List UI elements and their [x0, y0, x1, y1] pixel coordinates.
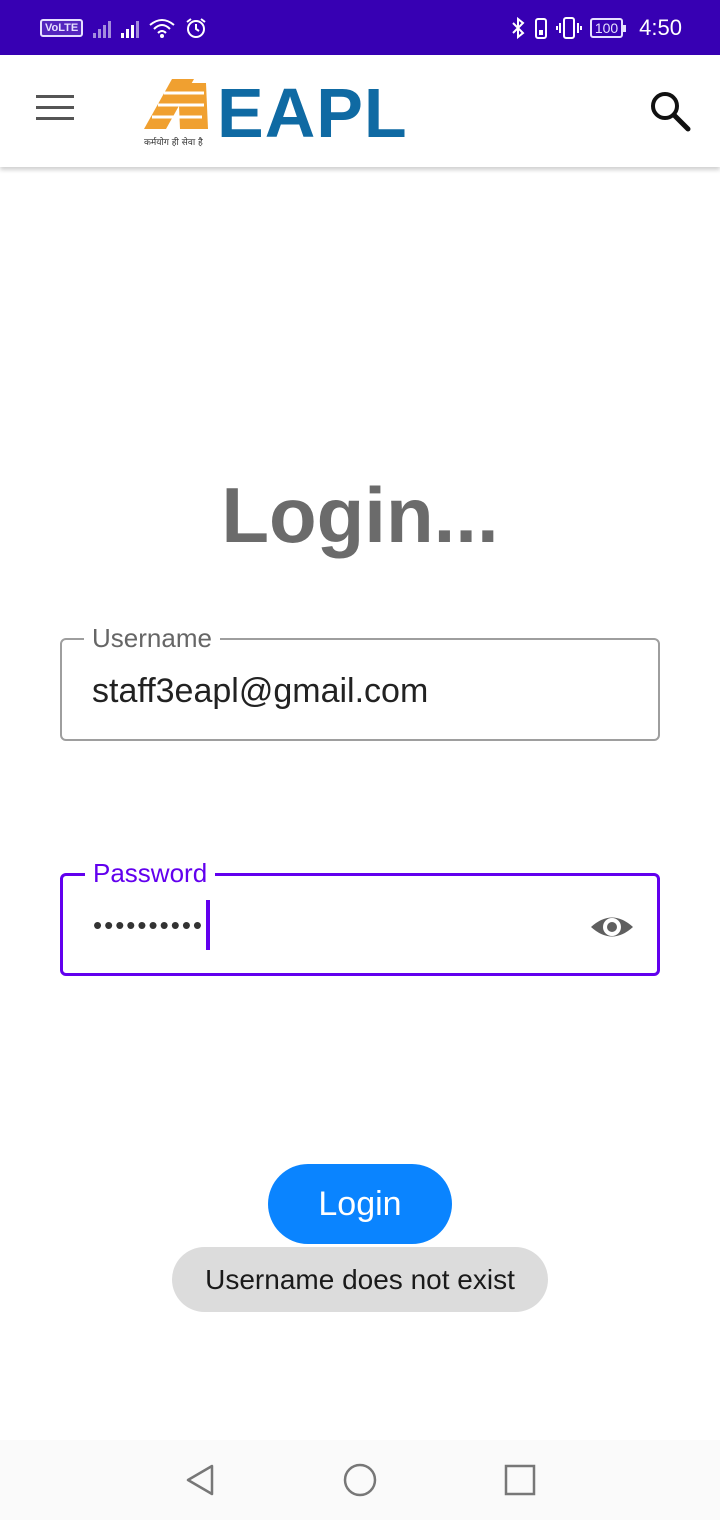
- error-toast: Username does not exist: [172, 1247, 548, 1312]
- signal-icon: [93, 18, 112, 38]
- logo-tagline: कर्मयोग ही सेवा है: [144, 136, 203, 148]
- page-title: Login...: [221, 471, 499, 559]
- status-right-group: 100 4:50: [510, 0, 682, 55]
- search-icon[interactable]: [648, 89, 692, 133]
- menu-icon[interactable]: [36, 95, 76, 127]
- battery-indicator: 100: [589, 17, 627, 38]
- vibrate-icon: [555, 16, 582, 39]
- username-field[interactable]: Username staff3eapl@gmail.com: [60, 624, 660, 741]
- bluetooth-icon: [512, 16, 525, 39]
- logo: कर्मयोग ही सेवा है EAPL: [142, 73, 488, 153]
- app-bar: कर्मयोग ही सेवा है EAPL: [0, 55, 720, 167]
- text-cursor: [206, 900, 211, 950]
- wifi-icon: [149, 18, 175, 38]
- home-icon[interactable]: [340, 1460, 380, 1500]
- login-button[interactable]: Login: [268, 1164, 452, 1244]
- status-time: 4:50: [639, 14, 682, 40]
- signal-icon-2: [121, 18, 140, 38]
- volte-indicator: VoLTE: [40, 18, 84, 37]
- password-input[interactable]: ••••••••••: [93, 900, 211, 950]
- battery-saver-icon: [534, 17, 547, 39]
- password-label: Password: [85, 859, 216, 887]
- password-field[interactable]: Password ••••••••••: [60, 859, 660, 976]
- alarm-icon: [186, 17, 206, 38]
- navigation-bar: [0, 1440, 720, 1520]
- password-mask: ••••••••••: [93, 909, 205, 940]
- username-label: Username: [84, 624, 220, 652]
- logo-mark-icon: कर्मयोग ही सेवा है: [144, 79, 208, 148]
- status-left-group: VoLTE: [40, 0, 207, 55]
- recent-apps-icon[interactable]: [500, 1460, 540, 1500]
- status-bar: VoLTE 100 4:50: [0, 0, 720, 55]
- eye-icon[interactable]: [589, 904, 635, 950]
- username-input[interactable]: staff3eapl@gmail.com: [92, 672, 428, 711]
- logo-text: EAPL: [217, 74, 408, 152]
- back-icon[interactable]: [180, 1460, 220, 1500]
